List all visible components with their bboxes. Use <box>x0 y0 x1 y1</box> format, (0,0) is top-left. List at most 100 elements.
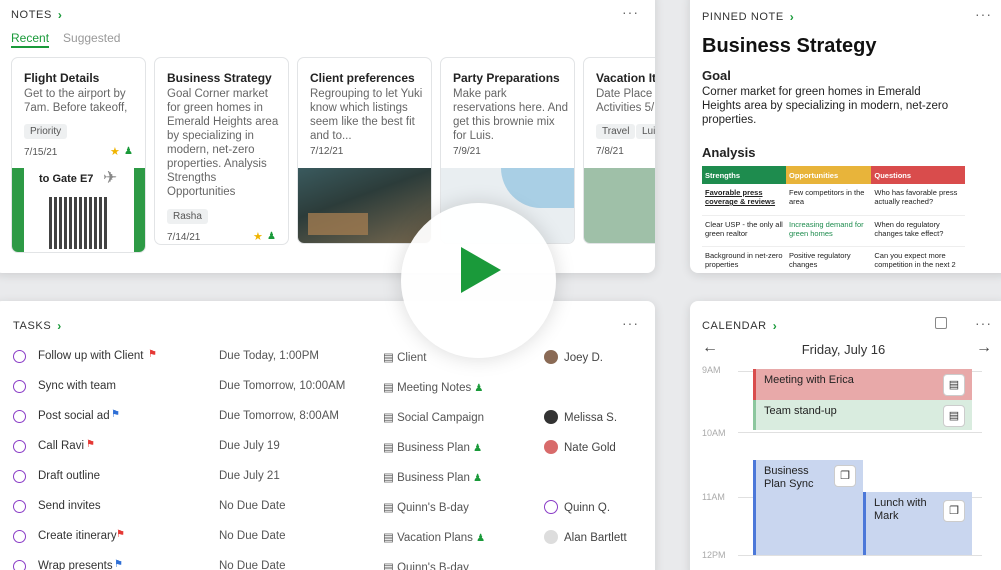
more-options-icon[interactable]: ··· <box>975 6 992 22</box>
task-checkbox[interactable] <box>13 440 26 453</box>
task-row[interactable]: Follow up with Client ⚑ Due Today, 1:00P… <box>0 343 655 373</box>
task-due: No Due Date <box>219 500 286 512</box>
table-cell: Positive regulatory changes <box>785 246 872 273</box>
table-cell: Few competitors in the area <box>785 184 872 216</box>
notes-title: NOTES <box>11 9 52 21</box>
notebook-icon: ▤ <box>383 562 398 570</box>
more-options-icon[interactable]: ··· <box>622 4 639 20</box>
task-notebook[interactable]: Meeting Notes <box>397 382 471 394</box>
note-card-flight-details[interactable]: Flight Details Get to the airport by 7am… <box>11 57 146 253</box>
tasks-title: TASKS <box>13 320 52 332</box>
task-assignee: Quinn Q. <box>564 502 611 514</box>
table-cell: Who has favorable press actually reached… <box>871 184 965 216</box>
task-row[interactable]: Post social ad ⚑ Due Tomorrow, 8:00AM ▤ … <box>0 403 655 433</box>
task-row[interactable]: Sync with team Due Tomorrow, 10:00AM ▤ M… <box>0 373 655 403</box>
note-tag[interactable]: Luis <box>636 124 655 139</box>
note-tag[interactable]: Travel <box>596 124 636 139</box>
note-title: Business Strategy <box>167 71 272 85</box>
avatar <box>544 410 558 424</box>
pinned-note-header[interactable]: PINNED NOTE › <box>702 10 794 24</box>
shared-people-icon: ♟ <box>473 473 483 484</box>
task-row[interactable]: Call Ravi ⚑ Due July 19 ▤ Business Plan … <box>0 433 655 463</box>
task-notebook[interactable]: Business Plan <box>397 442 470 454</box>
event-title: Lunch with Mark <box>874 497 927 522</box>
time-label: 11AM <box>702 492 725 502</box>
event-team-stand-up[interactable]: Team stand-up <box>753 400 972 430</box>
red-flag-icon: ⚑ <box>86 439 95 450</box>
note-title: Vacation Iti <box>596 71 655 85</box>
kitchen-counter <box>308 213 368 235</box>
table-row: Background in net-zero properties Positi… <box>702 246 965 273</box>
task-notebook[interactable]: Vacation Plans <box>397 532 473 544</box>
kitchen-photo <box>298 168 431 243</box>
note-icon[interactable]: ▤ <box>943 374 965 396</box>
task-checkbox[interactable] <box>13 560 26 570</box>
calendar-header[interactable]: CALENDAR › <box>702 319 777 333</box>
task-name: Draft outline <box>38 470 101 482</box>
chevron-right-icon: › <box>57 319 62 333</box>
task-name: Follow up with Client <box>38 350 144 362</box>
note-card-client-preferences[interactable]: Client preferences Regrouping to let Yuk… <box>297 57 432 244</box>
notebook-icon: ▤ <box>383 442 398 454</box>
note-date: 7/14/21 <box>167 232 201 243</box>
notebook-icon: ▤ <box>383 532 398 544</box>
calendar-date: Friday, July 16 <box>801 342 886 357</box>
task-notebook[interactable]: Quinn's B-day <box>397 562 469 570</box>
task-checkbox[interactable] <box>13 530 26 543</box>
task-notebook[interactable]: Quinn's B-day <box>397 502 469 514</box>
task-due: No Due Date <box>219 560 286 570</box>
note-title: Party Preparations <box>453 71 560 85</box>
event-meeting-with-erica[interactable]: Meeting with Erica <box>753 369 972 400</box>
note-tag[interactable]: Priority <box>24 124 68 139</box>
task-name: Send invites <box>38 500 101 512</box>
analysis-heading: Analysis <box>702 145 756 160</box>
notes-header[interactable]: NOTES › <box>11 8 63 22</box>
more-options-icon[interactable]: ··· <box>622 315 639 331</box>
task-row[interactable]: Draft outline Due July 21 ▤ Business Pla… <box>0 463 655 493</box>
note-tag[interactable]: Rasha <box>167 209 208 224</box>
task-name: Create itinerary <box>38 530 117 542</box>
time-label: 9AM <box>702 365 721 375</box>
calendar-icon[interactable] <box>935 317 947 329</box>
task-checkbox[interactable] <box>13 380 26 393</box>
tab-recent[interactable]: Recent <box>11 31 50 48</box>
tab-suggested[interactable]: Suggested <box>63 31 120 48</box>
shared-people-icon: ♟ <box>124 146 133 157</box>
more-options-icon[interactable]: ··· <box>975 315 992 331</box>
task-checkbox[interactable] <box>13 500 26 513</box>
task-row[interactable]: Create itinerary ⚑ No Due Date ▤ Vacatio… <box>0 523 655 553</box>
tasks-widget: TASKS › ··· Follow up with Client ⚑ Due T… <box>0 301 655 570</box>
task-name: Call Ravi <box>38 440 85 452</box>
task-notebook[interactable]: Business Plan <box>397 472 470 484</box>
note-card-business-strategy[interactable]: Business Strategy Goal Corner market for… <box>154 57 289 245</box>
time-label: 12PM <box>702 550 726 560</box>
tasks-header[interactable]: TASKS › <box>13 319 62 333</box>
task-checkbox[interactable] <box>13 470 26 483</box>
task-notebook[interactable]: Social Campaign <box>397 412 484 424</box>
note-snippet: Goal Corner market for green homes in Em… <box>167 88 279 198</box>
avatar <box>544 350 558 364</box>
event-title: Team stand-up <box>764 405 837 417</box>
notebook-icon: ▤ <box>383 472 398 484</box>
blue-flag-icon: ⚑ <box>114 559 123 570</box>
add-note-icon[interactable]: ▤ <box>943 405 965 427</box>
ticket-body: to Gate E7 ✈ <box>24 168 134 252</box>
task-assignee: Melissa S. <box>564 412 618 424</box>
next-day-arrow-icon[interactable]: → <box>976 339 992 357</box>
boarding-pass-image: to Gate E7 ✈ <box>12 168 145 252</box>
task-checkbox[interactable] <box>13 410 26 423</box>
note-card-vacation[interactable]: Vacation Iti Date Place I Activities 5/ … <box>583 57 655 244</box>
task-notebook[interactable]: Client <box>397 352 426 364</box>
calendar-title: CALENDAR <box>702 320 767 332</box>
task-name: Sync with team <box>38 380 116 392</box>
time-label: 10AM <box>702 428 726 438</box>
blue-flag-icon: ⚑ <box>111 409 120 420</box>
task-row[interactable]: Wrap presents ⚑ No Due Date ▤ Quinn's B-… <box>0 553 655 570</box>
copy-icon[interactable]: ❐ <box>834 465 856 487</box>
task-row[interactable]: Send invites No Due Date ▤ Quinn's B-day… <box>0 493 655 523</box>
task-checkbox[interactable] <box>13 350 26 363</box>
copy-icon[interactable]: ❐ <box>943 500 965 522</box>
notes-widget: NOTES › ··· Recent Suggested Flight Detai… <box>0 0 655 273</box>
red-flag-icon: ⚑ <box>116 529 125 540</box>
play-button[interactable] <box>401 203 556 358</box>
